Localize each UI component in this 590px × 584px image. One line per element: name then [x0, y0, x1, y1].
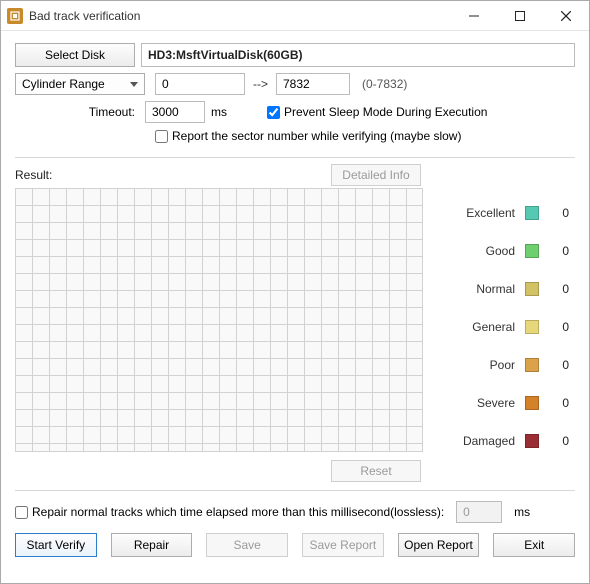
range-arrow: --> [253, 77, 268, 91]
legend-value: 0 [549, 282, 569, 296]
cylinder-range-dropdown[interactable]: Cylinder Range [15, 73, 145, 95]
save-report-button[interactable]: Save Report [302, 533, 384, 557]
repair-normal-input[interactable] [15, 506, 28, 519]
verification-grid [15, 188, 423, 452]
legend-label: Damaged [445, 434, 515, 448]
open-report-button[interactable]: Open Report [398, 533, 480, 557]
result-label: Result: [15, 168, 52, 182]
minimize-icon [469, 11, 479, 21]
range-from-input[interactable]: 0 [155, 73, 245, 95]
prevent-sleep-label: Prevent Sleep Mode During Execution [284, 105, 487, 119]
disk-name-display: HD3:MsftVirtualDisk(60GB) [141, 43, 575, 67]
legend-swatch [525, 396, 539, 410]
legend-swatch [525, 320, 539, 334]
legend-row-good: Good 0 [445, 244, 569, 258]
legend-swatch [525, 282, 539, 296]
save-button[interactable]: Save [206, 533, 288, 557]
report-sector-checkbox[interactable]: Report the sector number while verifying… [155, 129, 461, 143]
reset-button[interactable]: Reset [331, 460, 421, 482]
legend-label: Poor [445, 358, 515, 372]
timeout-unit: ms [211, 105, 227, 119]
repair-normal-checkbox[interactable]: Repair normal tracks which time elapsed … [15, 505, 444, 519]
app-icon [7, 8, 23, 24]
divider [15, 157, 575, 158]
legend-row-poor: Poor 0 [445, 358, 569, 372]
minimize-button[interactable] [451, 1, 497, 30]
select-disk-button[interactable]: Select Disk [15, 43, 135, 67]
timeout-input[interactable]: 3000 [145, 101, 205, 123]
repair-button[interactable]: Repair [111, 533, 193, 557]
chevron-down-icon [130, 82, 138, 87]
prevent-sleep-checkbox[interactable]: Prevent Sleep Mode During Execution [267, 105, 487, 119]
legend-row-normal: Normal 0 [445, 282, 569, 296]
legend-swatch [525, 206, 539, 220]
legend-row-general: General 0 [445, 320, 569, 334]
timeout-label: Timeout: [15, 105, 145, 119]
range-hint: (0-7832) [362, 77, 407, 91]
prevent-sleep-input[interactable] [267, 106, 280, 119]
range-to-input[interactable]: 7832 [276, 73, 350, 95]
legend-value: 0 [549, 396, 569, 410]
start-verify-button[interactable]: Start Verify [15, 533, 97, 557]
legend-label: Normal [445, 282, 515, 296]
maximize-icon [515, 11, 525, 21]
bad-track-verification-window: Bad track verification Select Disk HD3:M… [0, 0, 590, 584]
legend-row-excellent: Excellent 0 [445, 206, 569, 220]
repair-normal-label: Repair normal tracks which time elapsed … [32, 505, 444, 519]
detailed-info-button[interactable]: Detailed Info [331, 164, 421, 186]
legend-value: 0 [549, 320, 569, 334]
legend-swatch [525, 358, 539, 372]
window-title: Bad track verification [29, 9, 451, 23]
repair-ms-input: 0 [456, 501, 502, 523]
legend-label: Excellent [445, 206, 515, 220]
legend-label: General [445, 320, 515, 334]
legend-row-damaged: Damaged 0 [445, 434, 569, 448]
legend-value: 0 [549, 358, 569, 372]
exit-button[interactable]: Exit [493, 533, 575, 557]
legend: Excellent0Good0Normal0General0Poor0Sever… [423, 188, 575, 452]
report-sector-input[interactable] [155, 130, 168, 143]
legend-swatch [525, 244, 539, 258]
close-icon [561, 11, 571, 21]
titlebar: Bad track verification [1, 1, 589, 31]
divider-2 [15, 490, 575, 491]
legend-swatch [525, 434, 539, 448]
legend-value: 0 [549, 206, 569, 220]
repair-ms-unit: ms [514, 505, 530, 519]
legend-row-severe: Severe 0 [445, 396, 569, 410]
legend-value: 0 [549, 244, 569, 258]
report-sector-label: Report the sector number while verifying… [172, 129, 461, 143]
maximize-button[interactable] [497, 1, 543, 30]
legend-label: Severe [445, 396, 515, 410]
cylinder-range-label: Cylinder Range [22, 77, 105, 91]
close-button[interactable] [543, 1, 589, 30]
legend-value: 0 [549, 434, 569, 448]
legend-label: Good [445, 244, 515, 258]
